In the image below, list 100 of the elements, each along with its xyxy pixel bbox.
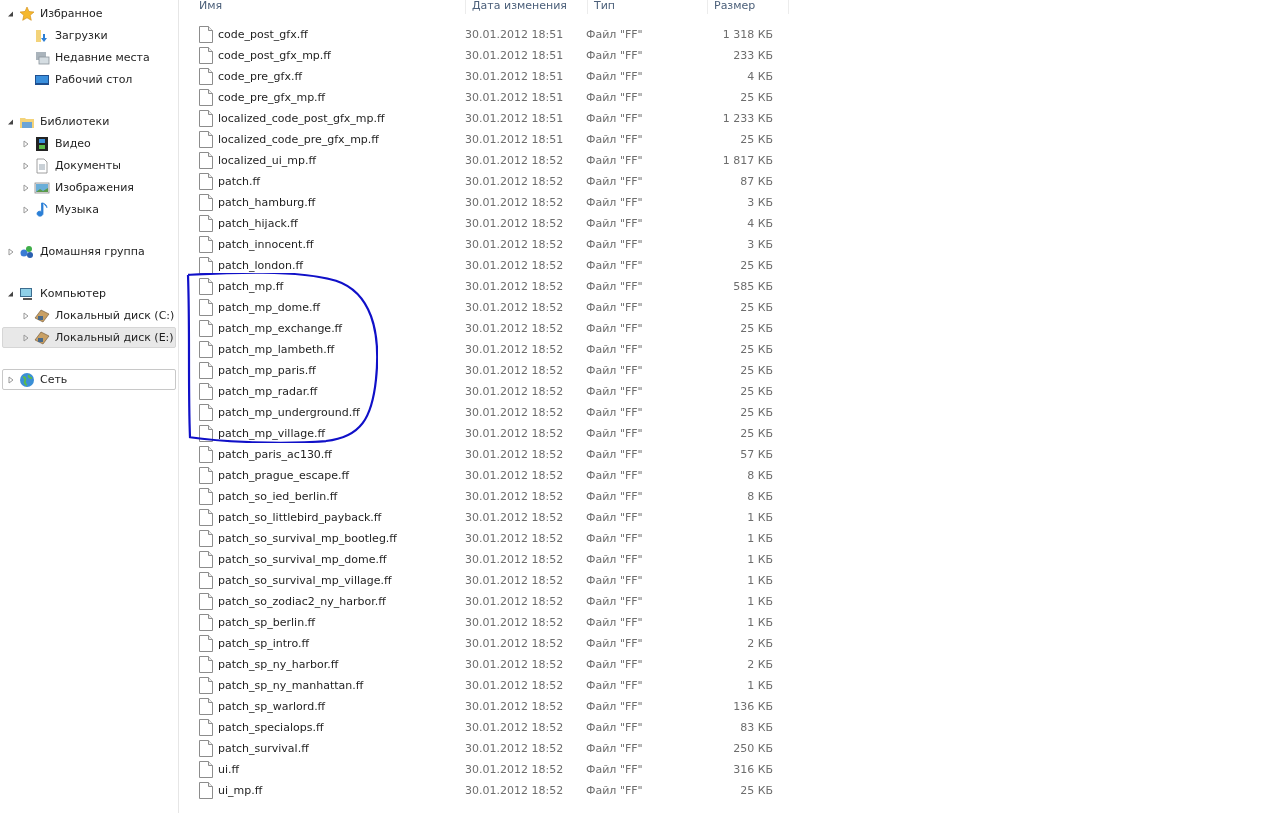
collapsed-arrow-icon[interactable] bbox=[22, 139, 30, 148]
table-cell-text: Файл "FF" bbox=[585, 595, 644, 608]
sidebar-item[interactable]: Видео bbox=[2, 133, 176, 154]
file-row[interactable]: patch_sp_berlin.ff 30.01.2012 18:52 Файл "FF" 1 КБ bbox=[179, 612, 1277, 633]
file-name: patch_innocent.ff bbox=[218, 238, 314, 251]
file-row[interactable]: patch_mp_lambeth.ff 30.01.2012 18:52 Файл "FF" 25 КБ bbox=[179, 339, 1277, 360]
file-row[interactable]: patch_hamburg.ff 30.01.2012 18:52 Файл "FF" 3 КБ bbox=[179, 192, 1277, 213]
file-row[interactable]: patch_so_zodiac2_ny_harbor.ff 30.01.2012 18:52 Файл "FF" 1 КБ bbox=[179, 591, 1277, 612]
table-cell-text: 1 318 КБ bbox=[721, 28, 773, 41]
sidebar-item[interactable]: Рабочий стол bbox=[2, 69, 176, 90]
expanded-arrow-icon[interactable] bbox=[7, 289, 15, 298]
file-row[interactable]: patch_sp_intro.ff 30.01.2012 18:52 Файл "FF" 2 КБ bbox=[179, 633, 1277, 654]
file-row[interactable]: localized_ui_mp.ff 30.01.2012 18:52 Файл "FF" 1 817 КБ bbox=[179, 150, 1277, 171]
file-name: patch_sp_berlin.ff bbox=[218, 616, 316, 629]
table-cell-text: Файл "FF" bbox=[585, 532, 644, 545]
column-header[interactable]: Имя bbox=[179, 0, 466, 14]
sidebar-group[interactable]: Компьютер bbox=[2, 283, 176, 304]
file-name: patch_specialops.ff bbox=[218, 721, 324, 734]
table-cell-text: 30.01.2012 18:51 bbox=[464, 28, 565, 41]
column-header[interactable]: Тип bbox=[588, 0, 708, 14]
file-row[interactable]: patch_prague_escape.ff 30.01.2012 18:52 Файл "FF" 8 КБ bbox=[179, 465, 1277, 486]
file-row[interactable]: ui.ff 30.01.2012 18:52 Файл "FF" 316 КБ bbox=[179, 759, 1277, 780]
sidebar-item[interactable]: Загрузки bbox=[2, 25, 176, 46]
file-icon bbox=[199, 761, 213, 778]
file-row[interactable]: localized_code_post_gfx_mp.ff 30.01.2012 18:51 Файл "FF" 1 233 КБ bbox=[179, 108, 1277, 129]
table-cell-text: 2 КБ bbox=[746, 658, 773, 671]
collapsed-arrow-icon[interactable] bbox=[22, 161, 30, 170]
table-cell-text: 30.01.2012 18:52 bbox=[464, 322, 565, 335]
file-row[interactable]: patch_so_survival_mp_bootleg.ff 30.01.2012 18:52 Файл "FF" 1 КБ bbox=[179, 528, 1277, 549]
file-row[interactable]: patch_mp_dome.ff 30.01.2012 18:52 Файл "FF" 25 КБ bbox=[179, 297, 1277, 318]
sidebar-item[interactable]: Локальный диск (C:) bbox=[2, 305, 176, 326]
column-header[interactable]: Дата изменения bbox=[466, 0, 588, 14]
table-cell-text: Файл "FF" bbox=[585, 490, 644, 503]
file-icon bbox=[199, 782, 213, 799]
sidebar-item[interactable]: Локальный диск (E:) bbox=[2, 327, 176, 348]
file-row[interactable]: patch_mp_paris.ff 30.01.2012 18:52 Файл "FF" 25 КБ bbox=[179, 360, 1277, 381]
file-row[interactable]: patch_mp_radar.ff 30.01.2012 18:52 Файл "FF" 25 КБ bbox=[179, 381, 1277, 402]
file-row[interactable]: patch_london.ff 30.01.2012 18:52 Файл "FF" 25 КБ bbox=[179, 255, 1277, 276]
file-icon bbox=[199, 299, 213, 316]
file-name: patch_mp_underground.ff bbox=[218, 406, 360, 419]
column-header[interactable]: Размер bbox=[708, 0, 789, 14]
file-name: patch_so_survival_mp_village.ff bbox=[218, 574, 392, 587]
file-row[interactable]: patch_sp_warlord.ff 30.01.2012 18:52 Файл "FF" 136 КБ bbox=[179, 696, 1277, 717]
collapsed-arrow-icon[interactable] bbox=[22, 311, 30, 320]
sidebar-group[interactable]: Избранное bbox=[2, 3, 176, 24]
sidebar-group[interactable]: Домашняя группа bbox=[2, 241, 176, 262]
file-name: code_post_gfx.ff bbox=[218, 28, 308, 41]
collapsed-arrow-icon[interactable] bbox=[7, 247, 15, 256]
collapsed-arrow-icon[interactable] bbox=[22, 205, 30, 214]
file-row[interactable]: patch_so_littlebird_payback.ff 30.01.2012 18:52 Файл "FF" 1 КБ bbox=[179, 507, 1277, 528]
file-row[interactable]: code_pre_gfx.ff 30.01.2012 18:51 Файл "FF" 4 КБ bbox=[179, 66, 1277, 87]
expanded-arrow-icon[interactable] bbox=[7, 117, 15, 126]
collapsed-arrow-icon[interactable] bbox=[7, 375, 15, 384]
file-name: localized_code_post_gfx_mp.ff bbox=[218, 112, 385, 125]
file-row[interactable]: code_post_gfx_mp.ff 30.01.2012 18:51 Файл "FF" 233 КБ bbox=[179, 45, 1277, 66]
file-row[interactable]: code_post_gfx.ff 30.01.2012 18:51 Файл "FF" 1 318 КБ bbox=[179, 24, 1277, 45]
file-row[interactable]: patch.ff 30.01.2012 18:52 Файл "FF" 87 КБ bbox=[179, 171, 1277, 192]
file-row[interactable]: patch_so_survival_mp_dome.ff 30.01.2012 18:52 Файл "FF" 1 КБ bbox=[179, 549, 1277, 570]
file-icon bbox=[199, 110, 213, 127]
table-cell-text: Файл "FF" bbox=[585, 406, 644, 419]
table-cell-text: 30.01.2012 18:52 bbox=[464, 259, 565, 272]
file-row[interactable]: patch_hijack.ff 30.01.2012 18:52 Файл "FF" 4 КБ bbox=[179, 213, 1277, 234]
table-cell-text: 30.01.2012 18:52 bbox=[464, 700, 565, 713]
file-name: patch_so_littlebird_payback.ff bbox=[218, 511, 382, 524]
table-cell-text: Файл "FF" bbox=[585, 28, 644, 41]
expanded-arrow-icon[interactable] bbox=[7, 9, 15, 18]
file-row[interactable]: patch_so_ied_berlin.ff 30.01.2012 18:52 Файл "FF" 8 КБ bbox=[179, 486, 1277, 507]
table-cell-text: 3 КБ bbox=[746, 196, 773, 209]
sidebar-group[interactable]: Сеть bbox=[2, 369, 176, 390]
file-row[interactable]: patch_mp_village.ff 30.01.2012 18:52 Файл "FF" 25 КБ bbox=[179, 423, 1277, 444]
file-icon bbox=[199, 236, 213, 253]
file-icon bbox=[199, 68, 213, 85]
file-row[interactable]: patch_sp_ny_harbor.ff 30.01.2012 18:52 Файл "FF" 2 КБ bbox=[179, 654, 1277, 675]
file-row[interactable]: code_pre_gfx_mp.ff 30.01.2012 18:51 Файл "FF" 25 КБ bbox=[179, 87, 1277, 108]
sidebar-item[interactable]: Музыка bbox=[2, 199, 176, 220]
file-icon bbox=[199, 89, 213, 106]
file-row[interactable]: ui_mp.ff 30.01.2012 18:52 Файл "FF" 25 КБ bbox=[179, 780, 1277, 801]
sidebar-item[interactable]: Недавние места bbox=[2, 47, 176, 68]
sidebar-item[interactable]: Документы bbox=[2, 155, 176, 176]
file-icon bbox=[199, 47, 213, 64]
file-row[interactable]: patch_mp_exchange.ff 30.01.2012 18:52 Файл "FF" 25 КБ bbox=[179, 318, 1277, 339]
table-cell-text: 30.01.2012 18:52 bbox=[464, 364, 565, 377]
file-row[interactable]: patch_mp_underground.ff 30.01.2012 18:52 Файл "FF" 25 КБ bbox=[179, 402, 1277, 423]
table-cell-text: Файл "FF" bbox=[585, 385, 644, 398]
file-row[interactable]: patch_so_survival_mp_village.ff 30.01.2012 18:52 Файл "FF" 1 КБ bbox=[179, 570, 1277, 591]
file-row[interactable]: localized_code_pre_gfx_mp.ff 30.01.2012 18:51 Файл "FF" 25 КБ bbox=[179, 129, 1277, 150]
sidebar-item[interactable]: Изображения bbox=[2, 177, 176, 198]
file-row[interactable]: patch_innocent.ff 30.01.2012 18:52 Файл "FF" 3 КБ bbox=[179, 234, 1277, 255]
file-row[interactable]: patch_mp.ff 30.01.2012 18:52 Файл "FF" 585 КБ bbox=[179, 276, 1277, 297]
table-cell-text: 30.01.2012 18:52 bbox=[464, 784, 565, 797]
file-row[interactable]: patch_specialops.ff 30.01.2012 18:52 Файл "FF" 83 КБ bbox=[179, 717, 1277, 738]
file-row[interactable]: patch_survival.ff 30.01.2012 18:52 Файл "FF" 250 КБ bbox=[179, 738, 1277, 759]
collapsed-arrow-icon[interactable] bbox=[22, 183, 30, 192]
sidebar-group[interactable]: Библиотеки bbox=[2, 111, 176, 132]
collapsed-arrow-icon[interactable] bbox=[22, 333, 30, 342]
table-cell-text: 1 КБ bbox=[746, 532, 773, 545]
file-row[interactable]: patch_paris_ac130.ff 30.01.2012 18:52 Файл "FF" 57 КБ bbox=[179, 444, 1277, 465]
table-cell-text: 30.01.2012 18:52 bbox=[464, 238, 565, 251]
file-row[interactable]: patch_sp_ny_manhattan.ff 30.01.2012 18:52 Файл "FF" 1 КБ bbox=[179, 675, 1277, 696]
music-note-icon bbox=[34, 201, 50, 218]
